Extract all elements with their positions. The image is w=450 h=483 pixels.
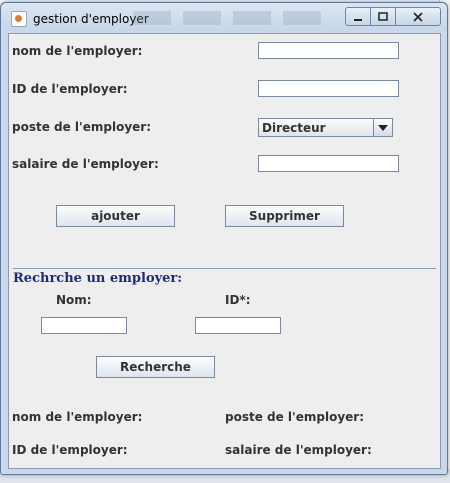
content-panel: nom de l'employer: ID de l'employer: pos…	[8, 33, 441, 469]
app-window: gestion d'employer nom de l'employer: ID…	[0, 2, 448, 475]
poste-select[interactable]: Directeur	[258, 118, 393, 137]
id-label: ID de l'employer:	[12, 82, 128, 96]
chevron-down-icon[interactable]	[373, 119, 392, 136]
result-poste-label: poste de l'employer:	[225, 410, 364, 424]
minimize-button[interactable]	[345, 7, 371, 26]
salaire-input[interactable]	[258, 155, 399, 172]
result-id-label: ID de l'employer:	[12, 443, 128, 457]
salaire-label: salaire de l'employer:	[12, 157, 159, 171]
java-icon	[11, 11, 27, 27]
window-title: gestion d'employer	[33, 12, 149, 26]
minimize-icon	[354, 18, 362, 21]
search-nom-label: Nom:	[56, 293, 92, 307]
search-section-title: Rechrche un employer:	[13, 271, 183, 286]
search-button[interactable]: Recherche	[96, 356, 215, 378]
maximize-button[interactable]	[370, 7, 396, 26]
result-salaire-label: salaire de l'employer:	[225, 443, 372, 457]
search-nom-input[interactable]	[41, 317, 127, 334]
title-bar[interactable]: gestion d'employer	[1, 3, 447, 31]
poste-label: poste de l'employer:	[12, 120, 151, 134]
result-name-label: nom de l'employer:	[12, 410, 143, 424]
close-button[interactable]	[395, 7, 441, 26]
maximize-icon	[378, 11, 388, 21]
close-icon	[413, 11, 423, 22]
id-input[interactable]	[258, 80, 399, 97]
poste-select-value: Directeur	[262, 121, 326, 135]
delete-button[interactable]: Supprimer	[225, 205, 344, 227]
name-input[interactable]	[258, 42, 399, 59]
add-button[interactable]: ajouter	[56, 205, 175, 227]
search-id-input[interactable]	[195, 317, 281, 334]
window-controls	[345, 7, 441, 26]
background-tabs	[133, 11, 333, 25]
search-id-label: ID*:	[225, 293, 251, 307]
name-label: nom de l'employer:	[12, 44, 143, 58]
section-separator	[13, 268, 436, 269]
